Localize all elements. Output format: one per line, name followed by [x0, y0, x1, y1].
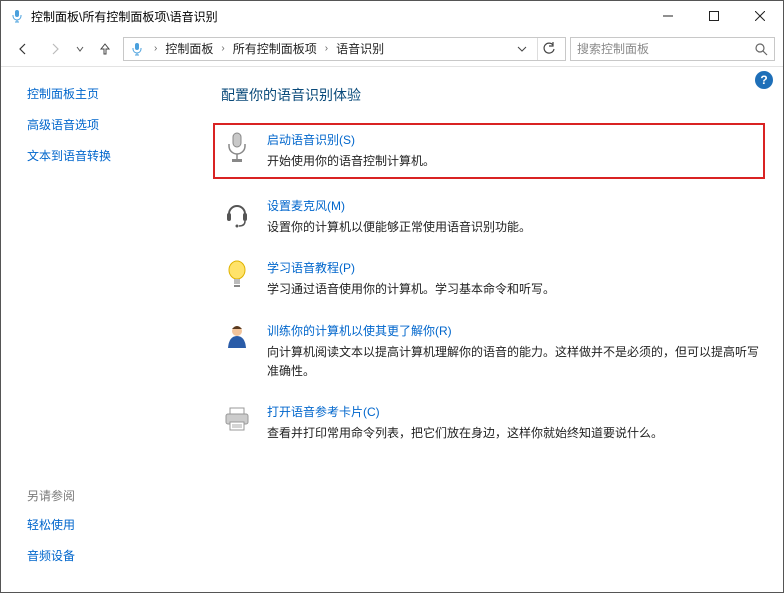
page-heading: 配置你的语音识别体验	[221, 85, 765, 105]
option-tutorial-link[interactable]: 学习语音教程(P)	[267, 259, 355, 276]
back-button[interactable]	[9, 35, 37, 63]
search-input[interactable]: 搜索控制面板	[570, 37, 775, 61]
maximize-button[interactable]	[691, 1, 737, 31]
address-dropdown[interactable]	[511, 38, 533, 60]
search-icon	[754, 42, 768, 56]
titlebar: 控制面板\所有控制面板项\语音识别	[1, 1, 783, 31]
option-setup-mic-desc: 设置你的计算机以便能够正常使用语音识别功能。	[267, 218, 765, 237]
option-train-link[interactable]: 训练你的计算机以使其更了解你(R)	[267, 322, 452, 339]
lightbulb-icon	[221, 259, 253, 291]
option-setup-mic: 设置麦克风(M) 设置你的计算机以便能够正常使用语音识别功能。	[221, 197, 765, 237]
option-start-speech-desc: 开始使用你的语音控制计算机。	[267, 152, 755, 171]
search-placeholder: 搜索控制面板	[577, 40, 649, 57]
breadcrumb-item[interactable]: 控制面板	[165, 40, 213, 57]
headset-icon	[221, 197, 253, 229]
address-icon	[130, 41, 146, 57]
chevron-right-icon: ›	[221, 43, 224, 54]
sidebar-advanced-link[interactable]: 高级语音选项	[27, 116, 189, 133]
up-button[interactable]	[91, 35, 119, 63]
option-train: 训练你的计算机以使其更了解你(R) 向计算机阅读文本以提高计算机理解你的语音的能…	[221, 322, 765, 381]
option-train-desc: 向计算机阅读文本以提高计算机理解你的语音的能力。这样做并不是必须的，但可以提高听…	[267, 343, 765, 381]
refresh-button[interactable]	[537, 38, 559, 60]
content-area: ? 配置你的语音识别体验 启动语音识别(S) 开始使用你的语音控制计算机。 设置…	[201, 67, 783, 592]
breadcrumb-item[interactable]: 语音识别	[336, 40, 384, 57]
sidebar-tts-link[interactable]: 文本到语音转换	[27, 147, 189, 164]
main-area: 控制面板主页 高级语音选项 文本到语音转换 另请参阅 轻松使用 音频设备 ? 配…	[1, 67, 783, 592]
option-tutorial: 学习语音教程(P) 学习通过语音使用你的计算机。学习基本命令和听写。	[221, 259, 765, 299]
sidebar: 控制面板主页 高级语音选项 文本到语音转换 另请参阅 轻松使用 音频设备	[1, 67, 201, 592]
see-also-section: 另请参阅 轻松使用 音频设备	[27, 487, 75, 578]
see-also-ease-link[interactable]: 轻松使用	[27, 516, 75, 533]
help-icon[interactable]: ?	[755, 71, 773, 89]
chevron-right-icon: ›	[325, 43, 328, 54]
option-tutorial-desc: 学习通过语音使用你的计算机。学习基本命令和听写。	[267, 280, 765, 299]
see-also-audio-link[interactable]: 音频设备	[27, 547, 75, 564]
option-reference-desc: 查看并打印常用命令列表，把它们放在身边，这样你就始终知道要说什么。	[267, 424, 765, 443]
option-reference: 打开语音参考卡片(C) 查看并打印常用命令列表，把它们放在身边，这样你就始终知道…	[221, 403, 765, 443]
app-icon	[9, 8, 25, 24]
toolbar: › 控制面板 › 所有控制面板项 › 语音识别 搜索控制面板	[1, 31, 783, 67]
printer-icon	[221, 403, 253, 435]
option-start-speech: 启动语音识别(S) 开始使用你的语音控制计算机。	[213, 123, 765, 179]
person-icon	[221, 322, 253, 354]
address-bar[interactable]: › 控制面板 › 所有控制面板项 › 语音识别	[123, 37, 566, 61]
forward-button[interactable]	[41, 35, 69, 63]
microphone-icon	[221, 131, 253, 163]
option-reference-link[interactable]: 打开语音参考卡片(C)	[267, 403, 380, 420]
close-button[interactable]	[737, 1, 783, 31]
sidebar-home-link[interactable]: 控制面板主页	[27, 85, 189, 102]
see-also-heading: 另请参阅	[27, 487, 75, 504]
history-dropdown[interactable]	[73, 35, 87, 63]
minimize-button[interactable]	[645, 1, 691, 31]
option-setup-mic-link[interactable]: 设置麦克风(M)	[267, 197, 345, 214]
window-controls	[645, 1, 783, 31]
option-start-speech-link[interactable]: 启动语音识别(S)	[267, 131, 355, 148]
breadcrumb-item[interactable]: 所有控制面板项	[233, 40, 317, 57]
chevron-right-icon: ›	[154, 43, 157, 54]
window-title: 控制面板\所有控制面板项\语音识别	[31, 8, 645, 25]
